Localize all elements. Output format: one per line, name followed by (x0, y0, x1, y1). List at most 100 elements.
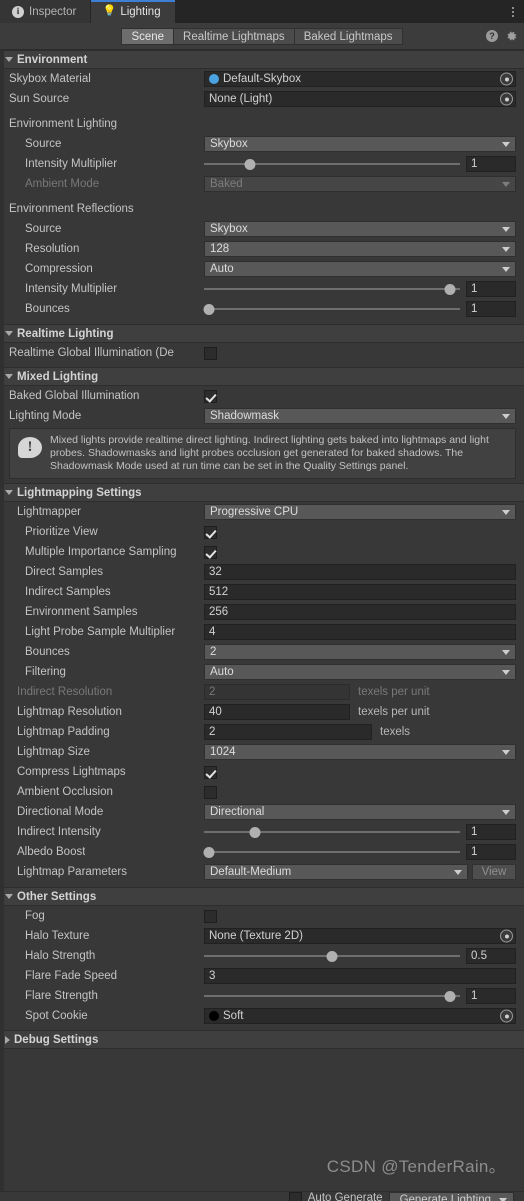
label-baked-gi: Baked Global Illumination (9, 390, 140, 402)
halo-strength-slider[interactable] (204, 948, 460, 964)
env-lighting-intensity-value: 1 (471, 158, 478, 170)
lighting-mode-dropdown[interactable]: Shadowmask (204, 408, 516, 424)
reflections-bounces-input[interactable]: 1 (466, 301, 516, 317)
object-picker-icon[interactable] (500, 1009, 513, 1023)
environment-samples-input[interactable]: 256 (204, 604, 516, 620)
reflections-compression-dropdown[interactable]: Auto (204, 261, 516, 277)
row-fog: Fog (1, 906, 524, 926)
mixed-lighting-help-box: ! Mixed lights provide realtime direct l… (9, 428, 516, 479)
section-header-other-settings[interactable]: Other Settings (0, 887, 524, 906)
indirect-samples-input[interactable]: 512 (204, 584, 516, 600)
view-lightmap-parameters-button[interactable]: View (472, 864, 516, 880)
prioritize-view-checkbox[interactable] (204, 525, 217, 539)
toolbar-actions: ? (486, 23, 518, 49)
tab-lighting[interactable]: 💡 Lighting (91, 0, 176, 23)
info-icon: i (12, 5, 24, 18)
multiple-importance-sampling-checkbox[interactable] (204, 545, 217, 559)
label-environment-reflections: Environment Reflections (9, 203, 134, 215)
flare-strength-slider[interactable] (204, 988, 460, 1004)
sun-source-field[interactable]: None (Light) (204, 91, 516, 107)
lightmap-parameters-dropdown[interactable]: Default-Medium (204, 864, 468, 880)
halo-texture-field[interactable]: None (Texture 2D) (204, 928, 516, 944)
reflections-intensity-slider[interactable] (204, 281, 460, 297)
reflections-source-dropdown[interactable]: Skybox (204, 221, 516, 237)
ambient-mode-dropdown: Baked (204, 176, 516, 192)
object-picker-icon[interactable] (500, 929, 513, 943)
section-header-debug-settings[interactable]: Debug Settings (0, 1030, 524, 1049)
lightmap-resolution-input[interactable]: 40 (204, 704, 350, 720)
reflections-intensity-input[interactable]: 1 (466, 281, 516, 297)
auto-generate-checkbox[interactable] (288, 1192, 302, 1201)
env-lighting-intensity-slider[interactable] (204, 156, 460, 172)
reflections-bounces-slider[interactable] (203, 301, 460, 317)
baked-gi-checkbox[interactable] (204, 389, 217, 403)
slider-track (204, 831, 460, 833)
label-compress-lightmaps: Compress Lightmaps (17, 766, 126, 778)
label-env-lighting-source: Source (25, 138, 62, 150)
section-title-realtime-lighting: Realtime Lighting (17, 327, 114, 340)
indirect-intensity-input[interactable]: 1 (466, 824, 516, 840)
slider-knob[interactable] (444, 990, 456, 1002)
row-lightmap-parameters: Lightmap Parameters Default-Medium View (1, 862, 524, 882)
flare-fade-speed-value: 3 (209, 970, 216, 982)
skybox-material-field[interactable]: Default-Skybox (204, 71, 516, 87)
direct-samples-value: 32 (209, 566, 222, 578)
albedo-boost-slider[interactable] (203, 844, 460, 860)
row-environment-samples: Environment Samples 256 (1, 602, 524, 622)
tab-inspector[interactable]: i Inspector (0, 0, 92, 23)
indirect-intensity-value: 1 (471, 826, 478, 838)
filtering-dropdown[interactable]: Auto (204, 664, 516, 680)
row-albedo-boost: Albedo Boost 1 (1, 842, 524, 862)
env-lighting-intensity-input[interactable]: 1 (466, 156, 516, 172)
slider-knob[interactable] (203, 303, 215, 315)
gear-icon[interactable] (505, 30, 518, 43)
lightmap-padding-input[interactable]: 2 (204, 724, 372, 740)
label-ambient-mode: Ambient Mode (25, 178, 100, 190)
section-header-lightmapping-settings[interactable]: Lightmapping Settings (0, 483, 524, 502)
slider-knob[interactable] (203, 846, 215, 858)
ambient-occlusion-checkbox[interactable] (204, 785, 217, 799)
help-icon[interactable]: ? (486, 30, 498, 42)
tab-realtime-lightmaps[interactable]: Realtime Lightmaps (173, 27, 294, 45)
direct-samples-input[interactable]: 32 (204, 564, 516, 580)
flare-fade-speed-input[interactable]: 3 (204, 968, 516, 984)
lightmapper-dropdown[interactable]: Progressive CPU (204, 504, 516, 520)
section-header-environment[interactable]: Environment (0, 50, 524, 69)
object-picker-icon[interactable] (500, 92, 513, 106)
object-picker-icon[interactable] (500, 72, 513, 86)
lighting-window: i Inspector 💡 Lighting Scene Realtime Li… (0, 0, 524, 1201)
lightmap-mode-tabs: Scene Realtime Lightmaps Baked Lightmaps (121, 27, 403, 45)
scroll-gutter[interactable] (0, 50, 4, 1191)
slider-knob[interactable] (326, 950, 338, 962)
chevron-down-icon (502, 750, 510, 755)
spot-cookie-field[interactable]: Soft (204, 1008, 516, 1024)
light-probe-sample-multiplier-input[interactable]: 4 (204, 624, 516, 640)
halo-strength-input[interactable]: 0.5 (466, 948, 516, 964)
flare-strength-value: 1 (471, 990, 478, 1002)
flare-strength-input[interactable]: 1 (466, 988, 516, 1004)
tab-scene[interactable]: Scene (121, 27, 174, 45)
section-header-realtime-lighting[interactable]: Realtime Lighting (0, 324, 524, 343)
slider-knob[interactable] (444, 283, 456, 295)
albedo-boost-input[interactable]: 1 (466, 844, 516, 860)
realtime-gi-checkbox[interactable] (204, 346, 217, 360)
compress-lightmaps-checkbox[interactable] (204, 765, 217, 779)
lightmap-size-dropdown[interactable]: 1024 (204, 744, 516, 760)
kebab-menu-icon[interactable] (502, 0, 524, 23)
tab-baked-lightmaps[interactable]: Baked Lightmaps (293, 27, 403, 45)
env-lighting-source-dropdown[interactable]: Skybox (204, 136, 516, 152)
reflections-resolution-dropdown[interactable]: 128 (204, 241, 516, 257)
indirect-resolution-unit: texels per unit (358, 686, 430, 698)
lightmapping-bounces-dropdown[interactable]: 2 (204, 644, 516, 660)
directional-mode-dropdown[interactable]: Directional (204, 804, 516, 820)
slider-knob[interactable] (244, 158, 256, 170)
indirect-intensity-slider[interactable] (204, 824, 460, 840)
label-albedo-boost: Albedo Boost (17, 846, 86, 858)
label-lightmapper: Lightmapper (17, 506, 81, 518)
generate-lighting-button[interactable]: Generate Lighting (388, 1192, 514, 1201)
slider-knob[interactable] (249, 826, 261, 838)
section-body-realtime-lighting: Realtime Global Illumination (De (0, 343, 524, 367)
row-halo-strength: Halo Strength 0.5 (1, 946, 524, 966)
section-header-mixed-lighting[interactable]: Mixed Lighting (0, 367, 524, 386)
fog-checkbox[interactable] (204, 909, 217, 923)
